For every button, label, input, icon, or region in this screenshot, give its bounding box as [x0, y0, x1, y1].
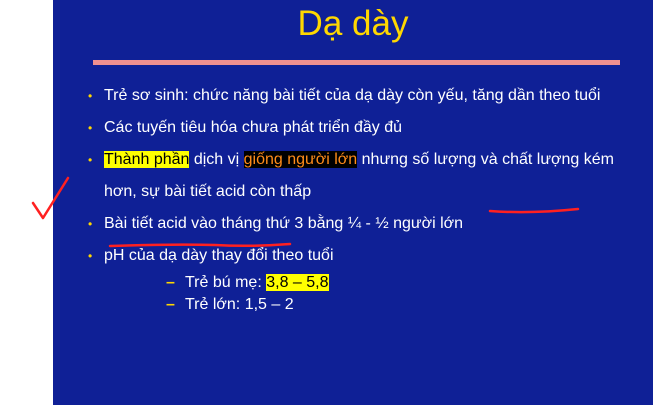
- bullet-dot-icon: •: [88, 153, 93, 167]
- dash-icon: –: [166, 296, 175, 313]
- highlighted-term: Thành phần: [104, 151, 190, 168]
- sub-bullet-text: Trẻ bú mẹ:: [185, 274, 267, 291]
- sub-bullet-list: – Trẻ bú mẹ: 3,8 – 5,8 – Trẻ lớn: 1,5 – …: [104, 272, 624, 316]
- sub-bullet-item: – Trẻ lớn: 1,5 – 2: [104, 294, 624, 316]
- bullet-item: • Bài tiết acid vào tháng thứ 3 bằng ¼ -…: [53, 208, 624, 240]
- dash-icon: –: [166, 274, 175, 291]
- bullet-text: dịch vị: [189, 151, 244, 168]
- bullet-text: Các tuyến tiêu hóa chưa phát triển đầy đ…: [104, 119, 403, 136]
- bullet-dot-icon: •: [88, 121, 93, 135]
- slide-title: Dạ dày: [297, 4, 409, 43]
- highlighted-value: 3,8 – 5,8: [266, 274, 329, 291]
- sub-bullet-text: Trẻ lớn: 1,5 – 2: [185, 296, 294, 313]
- slide: Dạ dày • Trẻ sơ sinh: chức năng bài tiết…: [53, 0, 653, 405]
- title-divider: [93, 60, 620, 65]
- bullet-dot-icon: •: [88, 249, 93, 263]
- bullet-dot-icon: •: [88, 217, 93, 231]
- bullet-item: • Trẻ sơ sinh: chức năng bài tiết của dạ…: [53, 80, 624, 112]
- bullet-item: • Các tuyến tiêu hóa chưa phát triển đầy…: [53, 112, 624, 144]
- bullet-text: pH của dạ dày thay đổi theo tuổi: [104, 247, 334, 264]
- sub-bullet-item: – Trẻ bú mẹ: 3,8 – 5,8: [104, 272, 624, 294]
- bullet-text: Bài tiết acid vào tháng thứ 3 bằng ¼ - ½…: [104, 215, 464, 232]
- bullet-list: • Trẻ sơ sinh: chức năng bài tiết của dạ…: [53, 80, 653, 316]
- bullet-item: • Thành phần dịch vị giống người lớn như…: [53, 144, 624, 208]
- bullet-item: • pH của dạ dày thay đổi theo tuổi – Trẻ…: [53, 240, 624, 316]
- bullet-dot-icon: •: [88, 89, 93, 103]
- bullet-text: Trẻ sơ sinh: chức năng bài tiết của dạ d…: [104, 87, 601, 104]
- highlighted-term: giống người lớn: [243, 151, 358, 168]
